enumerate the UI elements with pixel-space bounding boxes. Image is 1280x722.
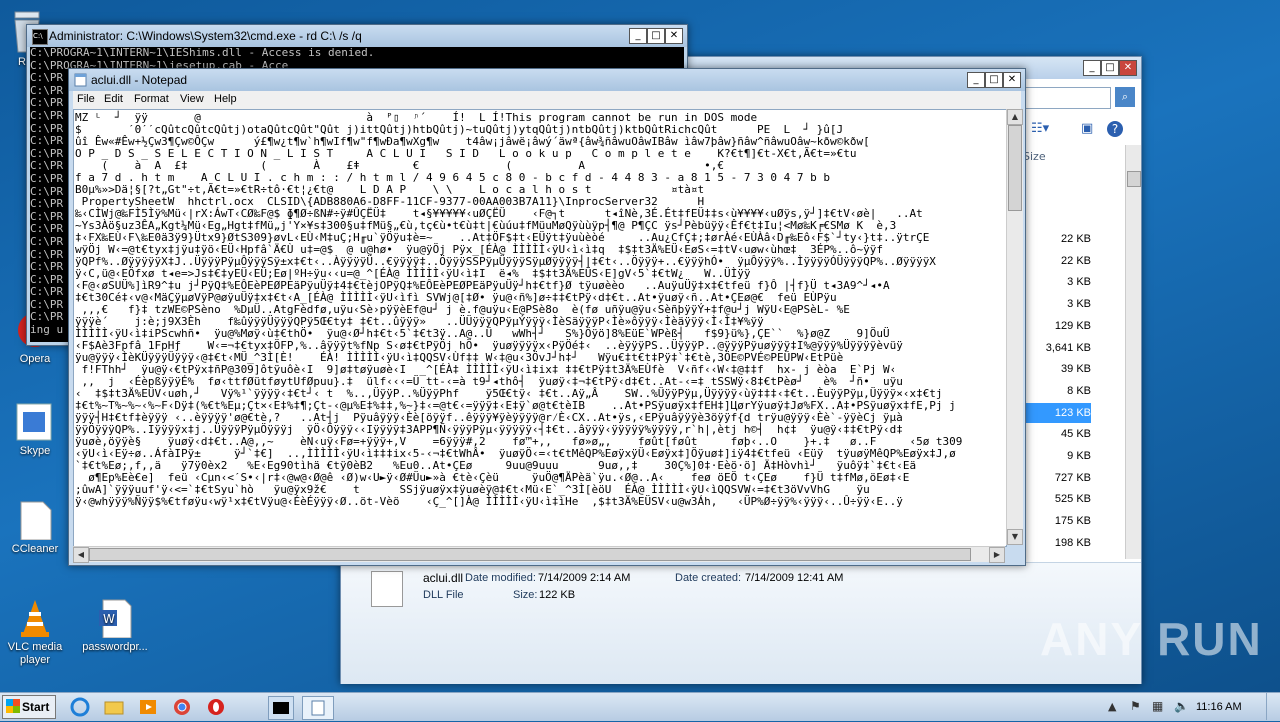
cmd-titlebar[interactable]: C:\ Administrator: C:\Windows\System32\c… bbox=[27, 25, 687, 47]
details-created-value: 7/14/2009 12:41 AM bbox=[745, 572, 844, 584]
start-label: Start bbox=[22, 700, 50, 714]
taskbar-notepad-button[interactable] bbox=[302, 696, 334, 720]
view-options-icon[interactable]: ☷▾ bbox=[1031, 121, 1049, 136]
taskbar-cmd-button[interactable] bbox=[268, 696, 294, 720]
file-icon bbox=[15, 500, 55, 541]
details-size-label: Size: bbox=[513, 589, 538, 601]
notepad-vertical-scrollbar[interactable]: ▲ ▼ bbox=[1006, 109, 1023, 545]
notepad-text-line: ÿ‹@whÿÿÿ%Ñÿÿ$%€tføÿu‹wÿ¹x‡€tVÿu@‹ÉèÉÿÿÿ‹… bbox=[75, 495, 903, 508]
folder-icon[interactable] bbox=[102, 696, 126, 718]
details-modified-value: 7/14/2009 2:14 AM bbox=[538, 572, 631, 584]
file-size-cell[interactable]: 22 KB bbox=[1025, 233, 1091, 245]
details-created-label: Date created: bbox=[675, 572, 742, 584]
file-size-cell[interactable]: 3 KB bbox=[1025, 298, 1091, 310]
details-size-value: 122 KB bbox=[539, 589, 576, 601]
explorer-scrollbar[interactable] bbox=[1125, 145, 1141, 559]
notepad-icon bbox=[74, 73, 88, 87]
desktop-icon-label: CCleaner bbox=[11, 543, 59, 555]
details-pane: aclui.dll Date modified: 7/14/2009 2:14 … bbox=[341, 562, 1141, 684]
file-size-cell[interactable]: 22 KB bbox=[1025, 255, 1091, 267]
maximize-button[interactable]: □ bbox=[1101, 60, 1119, 76]
desktop-icon-ccleaner[interactable]: CCleaner bbox=[0, 500, 70, 556]
tray-expand-icon[interactable]: ▲ bbox=[1108, 700, 1116, 713]
start-button[interactable]: Start bbox=[2, 695, 56, 719]
file-size-cell[interactable]: 198 KB bbox=[1025, 537, 1091, 549]
skype-icon bbox=[15, 402, 55, 442]
size-column-header[interactable]: Size bbox=[1023, 150, 1046, 163]
file-size-cell[interactable]: 129 KB bbox=[1025, 320, 1091, 332]
anyrun-watermark: ANY RUN bbox=[1040, 613, 1263, 665]
desktop-icon-label: passwordpr... bbox=[82, 641, 148, 653]
file-size-cell[interactable]: 3 KB bbox=[1025, 276, 1091, 288]
desktop-icon-label: Opera bbox=[19, 353, 51, 365]
file-size-cell[interactable]: 727 KB bbox=[1025, 472, 1091, 484]
word-document-icon: W bbox=[95, 598, 135, 639]
show-desktop-button[interactable] bbox=[1266, 693, 1279, 720]
opera-icon[interactable] bbox=[204, 696, 228, 718]
dll-file-icon bbox=[371, 571, 403, 607]
vlc-cone-icon bbox=[15, 598, 55, 638]
close-button[interactable]: ✕ bbox=[665, 28, 683, 44]
file-size-cell[interactable]: 175 KB bbox=[1025, 515, 1091, 527]
close-button[interactable]: ✕ bbox=[1003, 72, 1021, 88]
notepad-horizontal-scrollbar[interactable]: ◀ ▶ bbox=[73, 546, 1005, 563]
notepad-window[interactable]: aclui.dll - Notepad _ □ ✕ File Edit Form… bbox=[68, 68, 1026, 566]
clock[interactable]: 11:16 AM bbox=[1196, 701, 1242, 713]
scroll-right-arrow[interactable]: ▶ bbox=[989, 547, 1005, 563]
close-button[interactable]: ✕ bbox=[1119, 60, 1137, 76]
notepad-title: aclui.dll - Notepad bbox=[91, 73, 188, 87]
tray-volume-icon[interactable]: 🔈 bbox=[1174, 699, 1189, 713]
scroll-left-arrow[interactable]: ◀ bbox=[73, 547, 89, 563]
tray-network-icon[interactable]: ▦ bbox=[1152, 699, 1163, 713]
menu-help[interactable]: Help bbox=[214, 93, 237, 105]
desktop-icon-passwordpr[interactable]: W passwordpr... bbox=[80, 598, 150, 654]
scroll-up-arrow[interactable]: ▲ bbox=[1007, 109, 1023, 125]
file-size-cell[interactable]: 123 KB bbox=[1021, 402, 1091, 423]
file-size-cell[interactable]: 525 KB bbox=[1025, 493, 1091, 505]
svg-text:W: W bbox=[103, 612, 115, 626]
notepad-menubar: File Edit Format View Help bbox=[73, 91, 1021, 109]
scroll-down-arrow[interactable]: ▼ bbox=[1007, 529, 1023, 545]
cmd-line: C:\PROGRA~1\INTERN~1\IEShims.dll - Acces… bbox=[30, 47, 375, 59]
desktop-icon-label: VLC media player bbox=[7, 641, 63, 666]
menu-view[interactable]: View bbox=[180, 93, 204, 105]
file-size-cell[interactable]: 9 KB bbox=[1025, 450, 1091, 462]
notepad-text-area[interactable]: MZ ᴸ ┘ ÿÿ @ à ᴾ▯ ᶮ´ Í! L Í!This program … bbox=[73, 109, 1007, 547]
file-size-cell[interactable]: 3,641 KB bbox=[1025, 342, 1091, 354]
menu-edit[interactable]: Edit bbox=[104, 93, 123, 105]
desktop-icon-vlc[interactable]: VLC media player bbox=[0, 598, 70, 667]
desktop-icon-skype[interactable]: Skype bbox=[0, 402, 70, 458]
cmd-title: Administrator: C:\Windows\System32\cmd.e… bbox=[49, 29, 362, 43]
maximize-button[interactable]: □ bbox=[647, 28, 665, 44]
media-player-icon[interactable] bbox=[136, 696, 160, 718]
scroll-thumb[interactable] bbox=[1008, 125, 1022, 211]
notepad-titlebar[interactable]: aclui.dll - Notepad _ □ ✕ bbox=[69, 69, 1025, 91]
ie-icon[interactable] bbox=[68, 696, 92, 718]
file-size-cell[interactable]: 45 KB bbox=[1025, 428, 1091, 440]
minimize-button[interactable]: _ bbox=[967, 72, 985, 88]
minimize-button[interactable]: _ bbox=[1083, 60, 1101, 76]
tray-flag-icon[interactable]: ⚑ bbox=[1130, 699, 1141, 713]
chrome-icon[interactable] bbox=[170, 696, 194, 718]
taskbar: Start ▲ ⚑ ▦ 🔈 11:16 AM bbox=[0, 692, 1280, 721]
details-type: DLL File bbox=[423, 589, 464, 601]
menu-file[interactable]: File bbox=[77, 93, 95, 105]
file-size-cell[interactable]: 39 KB bbox=[1025, 363, 1091, 375]
maximize-button[interactable]: □ bbox=[985, 72, 1003, 88]
menu-format[interactable]: Format bbox=[134, 93, 169, 105]
minimize-button[interactable]: _ bbox=[629, 28, 647, 44]
cmd-icon: C:\ bbox=[32, 29, 48, 45]
search-icon[interactable]: ⌕ bbox=[1115, 87, 1135, 107]
scroll-thumb[interactable] bbox=[1127, 171, 1141, 187]
search-input[interactable] bbox=[1013, 87, 1111, 109]
details-filename: aclui.dll bbox=[423, 571, 464, 585]
file-size-cell[interactable]: 8 KB bbox=[1025, 385, 1091, 397]
windows-logo-icon bbox=[6, 699, 20, 713]
preview-pane-icon[interactable]: ▣ bbox=[1081, 121, 1093, 136]
scroll-thumb[interactable] bbox=[89, 548, 971, 561]
details-modified-label: Date modified: bbox=[465, 572, 536, 584]
help-icon[interactable]: ? bbox=[1107, 121, 1123, 137]
desktop-icon-label: Skype bbox=[19, 445, 51, 457]
